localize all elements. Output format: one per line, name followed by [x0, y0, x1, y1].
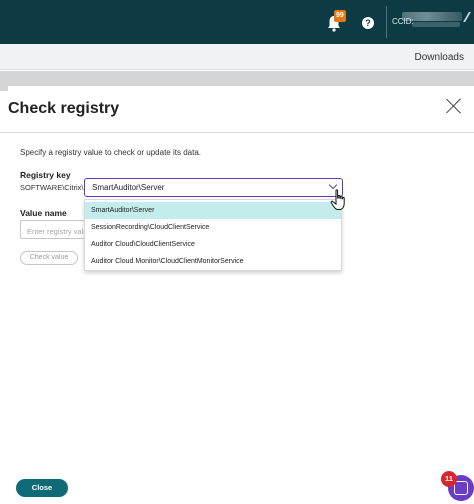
option-auditor-cloud-cloudclientservice[interactable]: Auditor Cloud\CloudClientService [85, 236, 341, 253]
ccid-label: CCID: [392, 17, 414, 26]
check-registry-panel: Check registry Specify a registry value … [0, 86, 474, 504]
option-sessionrecording-cloudclientservice[interactable]: SessionRecording\CloudClientService [85, 219, 341, 236]
title-divider [0, 132, 474, 133]
secondary-bar: Downloads [0, 44, 474, 70]
chevron-down-icon [328, 180, 338, 190]
value-name-field[interactable] [20, 220, 90, 239]
registry-key-label: Registry key [20, 170, 71, 180]
value-name-label: Value name [20, 208, 67, 218]
close-icon[interactable] [446, 98, 462, 114]
help-icon[interactable]: ? [362, 17, 374, 29]
option-auditor-cloud-monitor-service[interactable]: Auditor Cloud Monitor\CloudClientMonitor… [85, 253, 341, 270]
assistant-icon [454, 481, 468, 495]
registry-key-select[interactable]: SmartAuditor\Server [84, 178, 343, 197]
notification-badge: 99 [334, 10, 346, 22]
blurred-customer-id [412, 22, 460, 27]
registry-key-options: SmartAuditor\Server SessionRecording\Clo… [84, 199, 342, 271]
check-value-button[interactable]: Check value [20, 251, 78, 265]
downloads-link[interactable]: Downloads [415, 52, 464, 63]
value-name-input[interactable] [21, 223, 89, 238]
hand-cursor-icon [330, 189, 345, 210]
panel-description: Specify a registry value to check or upd… [20, 148, 201, 157]
topbar-divider [386, 6, 387, 38]
close-button[interactable]: Close [16, 479, 68, 497]
registry-key-prefix: SOFTWARE\Citrix\ [20, 183, 84, 192]
registry-key-selected-value: SmartAuditor\Server [92, 183, 165, 192]
assistant-badge: 11 [441, 471, 457, 487]
panel-title: Check registry [8, 100, 120, 117]
option-smartauditor-server[interactable]: SmartAuditor\Server [85, 202, 341, 219]
